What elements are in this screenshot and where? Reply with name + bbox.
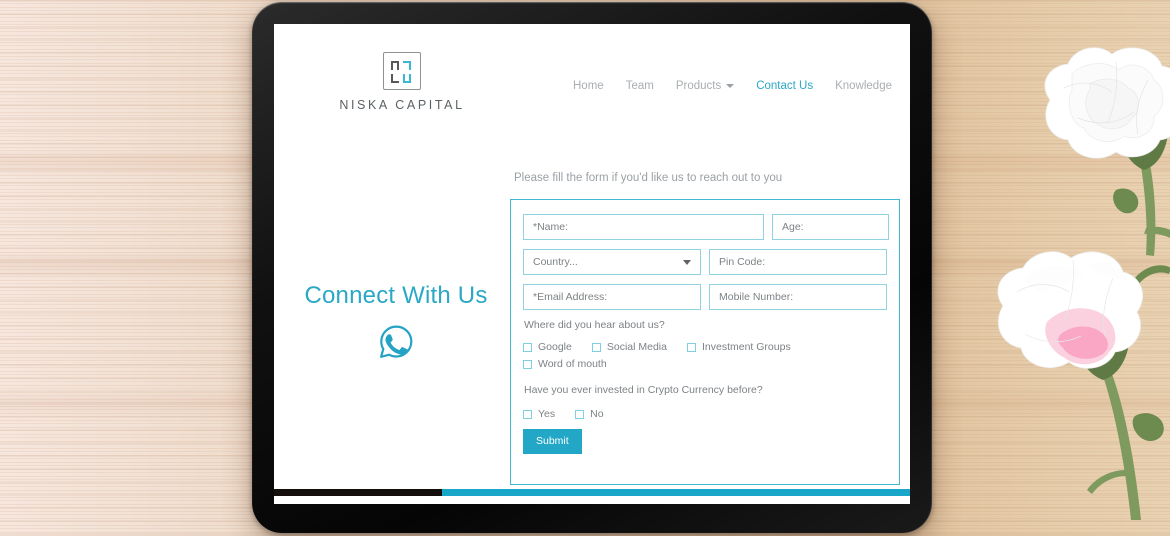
pin-code-input[interactable]: Pin Code: [709, 249, 887, 275]
niska-capital-monogram-icon [383, 52, 421, 90]
checkbox-word-of-mouth[interactable]: Word of mouth [523, 358, 607, 370]
checkbox-crypto-yes[interactable]: Yes [523, 408, 555, 420]
checkbox-word-of-mouth-label: Word of mouth [538, 358, 607, 370]
submit-button[interactable]: Submit [523, 429, 582, 454]
checkbox-google-label: Google [538, 341, 572, 353]
checkbox-crypto-no[interactable]: No [575, 408, 604, 420]
logo-glyph-top-right [403, 61, 411, 70]
nav-item-products-label: Products [675, 80, 722, 92]
checkbox-crypto-yes-label: Yes [538, 408, 556, 420]
country-select-label: Country... [533, 256, 578, 268]
tablet-device: NISKA CAPITAL Home Team Products Contact… [252, 2, 932, 533]
checkbox-investment-groups-label: Investment Groups [701, 341, 791, 353]
footer-bar-teal-segment [442, 489, 910, 496]
chevron-down-icon [726, 84, 735, 88]
form-row-2: Country... Pin Code: [523, 249, 887, 275]
site-header: NISKA CAPITAL Home Team Products Contact… [274, 24, 910, 134]
form-row-3: *Email Address: Mobile Number: [523, 284, 887, 310]
checkbox-box-icon[interactable] [591, 342, 601, 352]
crypto-question-label: Have you ever invested in Crypto Currenc… [524, 384, 763, 396]
checkbox-crypto-no-label: No [590, 408, 604, 420]
webpage: NISKA CAPITAL Home Team Products Contact… [274, 24, 910, 504]
white-carnation-top [1044, 47, 1170, 256]
checkbox-social-media[interactable]: Social Media [591, 341, 667, 353]
checkbox-box-icon[interactable] [575, 409, 585, 419]
email-input[interactable]: *Email Address: [523, 284, 701, 310]
name-input[interactable]: *Name: [523, 214, 764, 240]
crypto-options-row: Yes No [523, 408, 887, 420]
checkbox-box-icon[interactable] [523, 342, 532, 352]
scene-background: NISKA CAPITAL Home Team Products Contact… [0, 0, 1170, 536]
nav-item-knowledge[interactable]: Knowledge [835, 80, 892, 92]
checkbox-box-icon[interactable] [686, 342, 696, 352]
chevron-down-icon [683, 259, 691, 265]
connect-title: Connect With Us [304, 282, 488, 309]
brand-logo-block[interactable]: NISKA CAPITAL [312, 52, 492, 112]
tablet-screen: NISKA CAPITAL Home Team Products Contact… [274, 24, 910, 504]
mobile-number-input[interactable]: Mobile Number: [709, 284, 887, 310]
form-intro-text: Please fill the form if you'd like us to… [514, 172, 783, 184]
form-row-1: *Name: Age: [523, 214, 889, 240]
logo-glyph-bottom-left [391, 74, 399, 83]
source-question-label: Where did you hear about us? [524, 319, 665, 331]
brand-name: NISKA CAPITAL [339, 98, 465, 112]
nav-item-team[interactable]: Team [626, 80, 654, 92]
footer-bar [274, 489, 910, 496]
checkbox-social-media-label: Social Media [606, 341, 667, 353]
source-options-row-1: Google Social Media Investment Groups [523, 341, 887, 353]
logo-glyph-top-left [391, 61, 399, 70]
nav-item-home[interactable]: Home [573, 80, 604, 92]
checkbox-box-icon[interactable] [523, 359, 532, 369]
pink-white-carnation-bottom [997, 251, 1170, 520]
nav-item-contact-us[interactable]: Contact Us [756, 80, 813, 92]
checkbox-investment-groups[interactable]: Investment Groups [686, 341, 791, 353]
whatsapp-icon[interactable] [376, 322, 416, 367]
main-nav: Home Team Products Contact Us Knowledge [573, 80, 892, 92]
logo-glyph-bottom-right [403, 74, 411, 83]
age-input[interactable]: Age: [772, 214, 889, 240]
footer-bar-dark-segment [274, 489, 442, 496]
country-select[interactable]: Country... [523, 249, 701, 275]
source-options-row-2: Word of mouth [523, 358, 887, 370]
checkbox-box-icon[interactable] [523, 409, 532, 419]
connect-column: Connect With Us [282, 282, 510, 367]
checkbox-google[interactable]: Google [523, 341, 572, 353]
contact-form: *Name: Age: Country... Pin Code: *Email … [510, 199, 900, 485]
nav-item-products[interactable]: Products [675, 80, 735, 92]
